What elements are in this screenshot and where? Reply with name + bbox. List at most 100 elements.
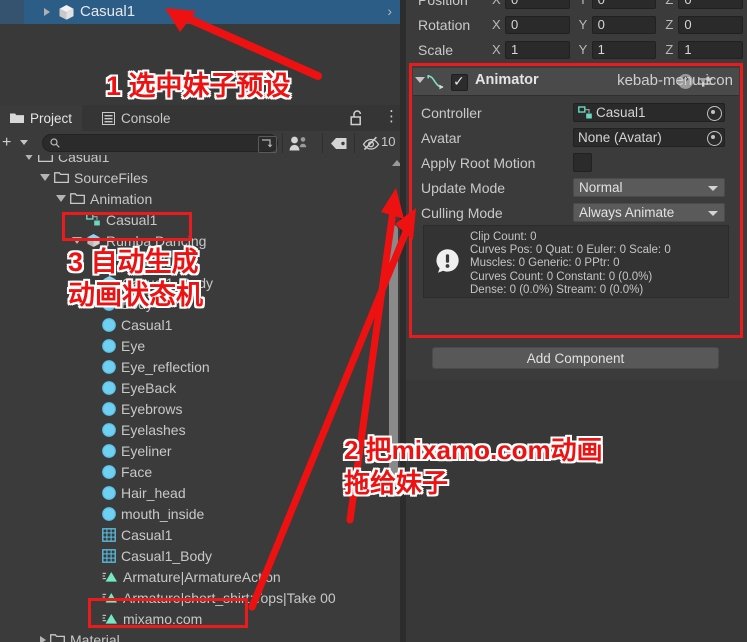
tree-item[interactable]: Animation: [0, 188, 400, 209]
tree-item[interactable]: Hair_head: [0, 482, 400, 503]
triangle-down-icon[interactable]: [415, 77, 425, 83]
transform-rotation-x-field[interactable]: 0: [505, 15, 570, 34]
eye-off-icon[interactable]: [362, 136, 380, 151]
material-icon: [102, 464, 116, 479]
lock-open-icon[interactable]: [350, 110, 364, 126]
tree-item[interactable]: Armature|ArmatureAction: [0, 566, 400, 587]
hierarchy-selected-row[interactable]: Casual1 ›: [0, 0, 400, 24]
tree-item[interactable]: Casual1: [0, 524, 400, 545]
animator-component-icon: [427, 74, 445, 90]
tree-item[interactable]: EyeBack: [0, 377, 400, 398]
folder-icon: [50, 633, 65, 642]
tree-item[interactable]: Material: [0, 629, 400, 642]
triangle-down-icon[interactable]: [40, 174, 50, 181]
console-list-icon: [102, 111, 115, 125]
chevron-down-icon[interactable]: [20, 140, 28, 145]
transform-position-y-field[interactable]: 0: [591, 0, 657, 9]
transform-scale-y-field[interactable]: 1: [591, 40, 657, 59]
annotation-step-2: 2 把mixamo.com动画 拖给妹子: [344, 435, 603, 498]
animator-clip-info-box: Clip Count: 0 Curves Pos: 0 Quat: 0 Eule…: [423, 225, 729, 298]
transform-row-position: PositionX0Y0Z0: [418, 0, 744, 12]
tree-item[interactable]: mouth_inside: [0, 503, 400, 524]
tree-item[interactable]: Casual1_Body: [0, 545, 400, 566]
transform-scale-z-field[interactable]: 1: [678, 40, 744, 59]
tree-item-label: mixamo.com: [123, 610, 203, 627]
triangle-right-icon[interactable]: [44, 8, 50, 16]
toolbar-divider: [282, 133, 283, 153]
apply-root-motion-checkbox[interactable]: [573, 153, 592, 172]
chevron-down-icon[interactable]: [708, 211, 718, 216]
tree-item[interactable]: Armature|short_shirt:Tops|Take 00: [0, 587, 400, 608]
project-asset-tree[interactable]: Casual1 SourceFiles Animation Casual1 Rumba …: [0, 155, 400, 642]
animator-avatar-field[interactable]: None (Avatar): [573, 128, 725, 147]
folder-open-icon: [38, 155, 53, 163]
tree-item[interactable]: Eye_reflection: [0, 356, 400, 377]
transform-position-x-field[interactable]: 0: [505, 0, 570, 9]
hierarchy-row-indent-band: [0, 0, 24, 24]
add-asset-button[interactable]: +: [2, 134, 11, 152]
object-picker-icon[interactable]: [707, 131, 722, 146]
tree-item-label: Eye_reflection: [121, 358, 210, 375]
triangle-down-icon[interactable]: [24, 155, 34, 160]
tree-item[interactable]: Eyeliner: [0, 440, 400, 461]
tag-icon[interactable]: [330, 137, 348, 150]
add-component-button[interactable]: Add Component: [432, 347, 719, 369]
animator-header[interactable]: ✓ Animator ? kebab-menu-icon: [413, 68, 739, 96]
tree-item[interactable]: Casual1: [0, 314, 400, 335]
tree-item-label: Casual1_Body: [121, 547, 213, 564]
save-search-icon[interactable]: [258, 136, 277, 153]
animator-culling-mode-dropdown[interactable]: Always Animate: [573, 203, 725, 222]
kebab-menu-icon[interactable]: ⋮: [384, 109, 399, 127]
material-icon: [102, 443, 116, 458]
search-input[interactable]: [64, 135, 258, 153]
transform-position-z-field[interactable]: 0: [678, 0, 744, 9]
folder-icon: [54, 171, 69, 184]
field-value: Casual1: [596, 105, 646, 120]
transform-row-label: Scale: [418, 41, 454, 58]
tree-item-label: Material: [70, 631, 120, 642]
tab-project[interactable]: Project: [0, 105, 83, 131]
triangle-down-icon[interactable]: [72, 237, 82, 244]
tree-item[interactable]: Eyelashes: [0, 419, 400, 440]
tree-item-label: Eyelashes: [121, 421, 186, 438]
chevron-right-icon[interactable]: ›: [387, 3, 392, 19]
tree-item-label: SourceFiles: [74, 169, 148, 186]
tree-item[interactable]: Casual1: [0, 209, 400, 230]
object-picker-icon[interactable]: [707, 106, 722, 121]
triangle-down-icon[interactable]: [56, 195, 66, 202]
tree-item[interactable]: Casual1: [0, 155, 400, 167]
triangle-right-icon[interactable]: [40, 635, 46, 642]
axis-label-y: Y: [579, 0, 592, 7]
tree-item[interactable]: mixamo.com: [0, 608, 400, 629]
project-panel: Project Console ⋮ + 10 Casual1 SourceFil…: [0, 105, 402, 642]
material-icon: [102, 401, 116, 416]
animator-component: ✓ Animator ? kebab-menu-icon Controller C…: [413, 68, 739, 333]
tab-console[interactable]: Console: [92, 105, 181, 131]
tree-item[interactable]: SourceFiles: [0, 167, 400, 188]
transform-rotation-z-field[interactable]: 0: [678, 15, 744, 34]
tree-item[interactable]: Face: [0, 461, 400, 482]
inspector-empty-area: [406, 380, 747, 642]
project-toolbar: + 10: [0, 131, 400, 156]
tab-project-label: Project: [30, 110, 73, 126]
animator-controller-field[interactable]: Casual1: [573, 103, 725, 122]
chevron-down-icon[interactable]: [708, 186, 718, 191]
tree-item[interactable]: Eye: [0, 335, 400, 356]
animator-update-mode-dropdown[interactable]: Normal: [573, 178, 725, 197]
animation-clip-icon: [102, 591, 118, 604]
project-tab-bar: Project Console ⋮: [0, 105, 400, 132]
tree-item-label: mouth_inside: [121, 505, 205, 522]
field-value: None (Avatar): [578, 130, 662, 145]
transform-scale-x-field[interactable]: 1: [505, 40, 570, 59]
annotation-step-3: 3 自动生成 动画状态机: [68, 247, 203, 310]
animator-title: Animator: [475, 72, 539, 88]
tab-console-label: Console: [121, 110, 171, 126]
tree-item[interactable]: Eyebrows: [0, 398, 400, 419]
avatar-mask-icon[interactable]: [288, 136, 307, 151]
material-icon: [102, 485, 116, 500]
material-icon: [102, 506, 116, 521]
transform-rotation-y-field[interactable]: 0: [591, 15, 657, 34]
kebab-menu-icon[interactable]: kebab-menu-icon: [617, 71, 733, 91]
folder-icon: [10, 112, 24, 124]
transform-row-rotation: Rotation X 0 Y 0 Z 0: [418, 12, 744, 37]
